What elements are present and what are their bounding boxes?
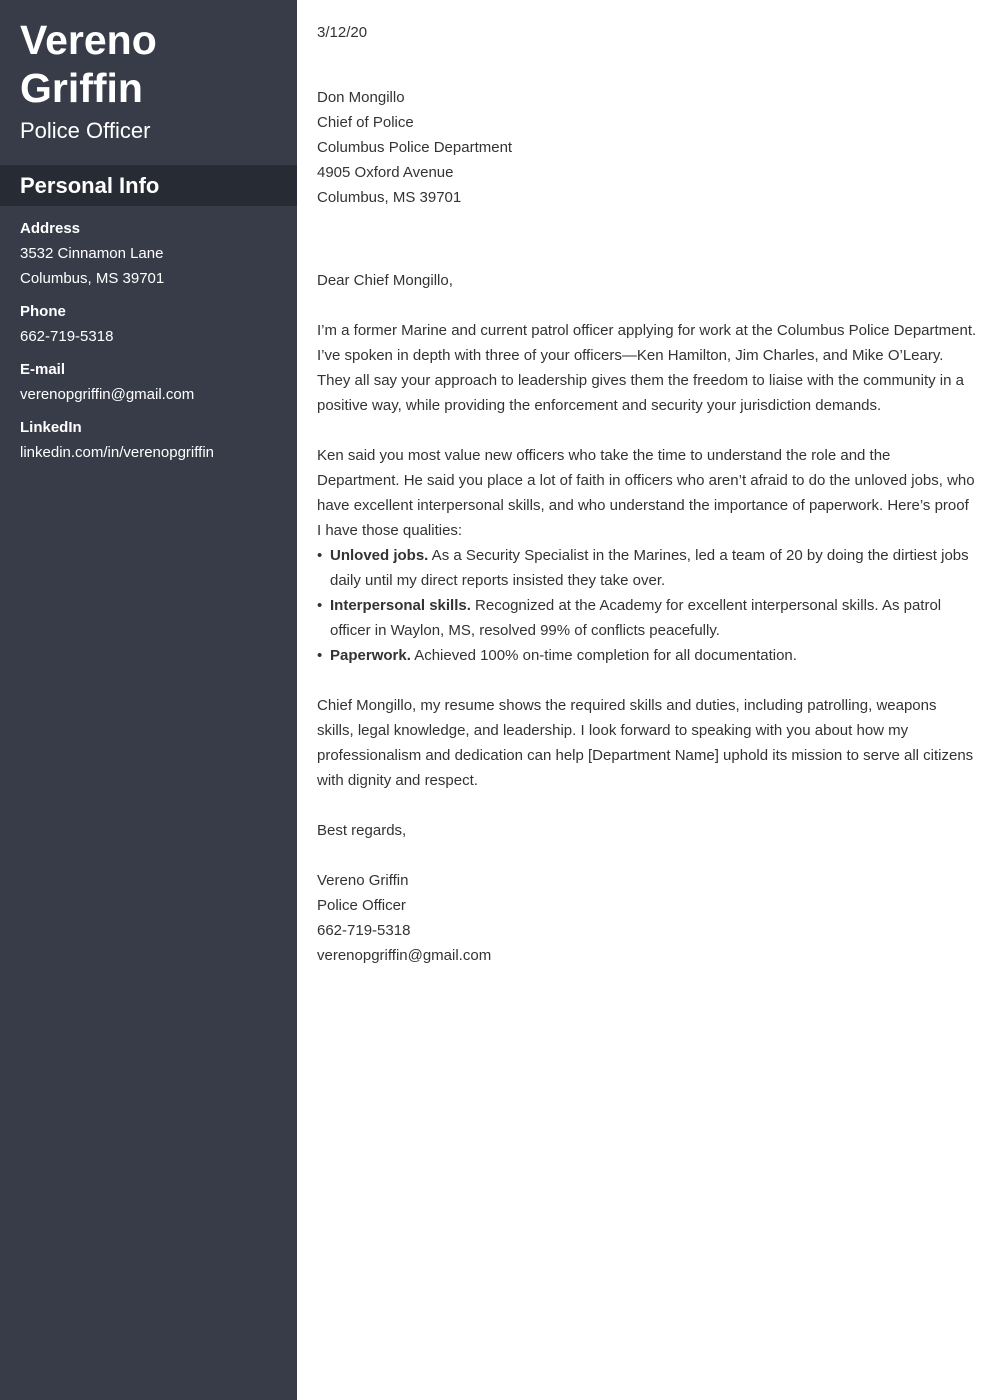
closing: Best regards, xyxy=(317,822,407,839)
paragraph-intro: I’m a former Marine and current patrol o… xyxy=(317,322,977,414)
email-value[interactable]: verenopgriffin@gmail.com xyxy=(20,382,290,407)
list-item: Unloved jobs. As a Security Specialist i… xyxy=(317,543,977,593)
recipient-block: Don Mongillo Chief of Police Columbus Po… xyxy=(317,85,977,210)
paragraph-closing: Chief Mongillo, my resume shows the requ… xyxy=(317,697,974,789)
signature-block: Vereno Griffin Police Officer 662-719-53… xyxy=(317,868,977,968)
candidate-name: Vereno Griffin xyxy=(20,16,280,112)
paragraph-qualities: Ken said you most value new officers who… xyxy=(317,447,975,539)
bullet-heading: Interpersonal skills. xyxy=(330,597,471,614)
first-name: Vereno xyxy=(20,17,157,63)
recipient-city: Columbus, MS 39701 xyxy=(317,189,462,206)
phone-label: Phone xyxy=(20,303,66,320)
personal-info: Address 3532 Cinnamon Lane Columbus, MS … xyxy=(20,216,290,465)
list-item: Interpersonal skills. Recognized at the … xyxy=(317,593,977,643)
bullet-text: Achieved 100% on-time completion for all… xyxy=(410,647,797,664)
address-line2: Columbus, MS 39701 xyxy=(20,270,165,287)
linkedin-value[interactable]: linkedin.com/in/verenopgriffin xyxy=(20,440,290,465)
recipient-organization: Columbus Police Department xyxy=(317,139,513,156)
recipient-street: 4905 Oxford Avenue xyxy=(317,164,454,181)
signature-email: verenopgriffin@gmail.com xyxy=(317,947,492,964)
address-line1: 3532 Cinnamon Lane xyxy=(20,245,164,262)
sidebar: Vereno Griffin Police Officer Personal I… xyxy=(0,0,297,1400)
salutation: Dear Chief Mongillo, xyxy=(317,272,453,289)
last-name: Griffin xyxy=(20,65,143,111)
phone-value: 662-719-5318 xyxy=(20,328,114,345)
email-label: E-mail xyxy=(20,361,66,378)
address-label: Address xyxy=(20,220,81,237)
candidate-title: Police Officer xyxy=(20,118,151,143)
signature-phone: 662-719-5318 xyxy=(317,922,411,939)
bullet-heading: Paperwork. xyxy=(330,647,411,664)
section-title: Personal Info xyxy=(20,173,160,198)
recipient-title: Chief of Police xyxy=(317,114,414,131)
list-item: Paperwork. Achieved 100% on-time complet… xyxy=(317,643,977,668)
qualities-list: Unloved jobs. As a Security Specialist i… xyxy=(317,543,977,668)
linkedin-label: LinkedIn xyxy=(20,419,82,436)
letter-body: 3/12/20 Don Mongillo Chief of Police Col… xyxy=(317,20,977,968)
bullet-heading: Unloved jobs. xyxy=(330,547,429,564)
signature-title: Police Officer xyxy=(317,897,406,914)
signature-name: Vereno Griffin xyxy=(317,872,409,889)
letter-date: 3/12/20 xyxy=(317,24,368,41)
section-header-band: Personal Info xyxy=(0,165,297,206)
recipient-name: Don Mongillo xyxy=(317,89,405,106)
